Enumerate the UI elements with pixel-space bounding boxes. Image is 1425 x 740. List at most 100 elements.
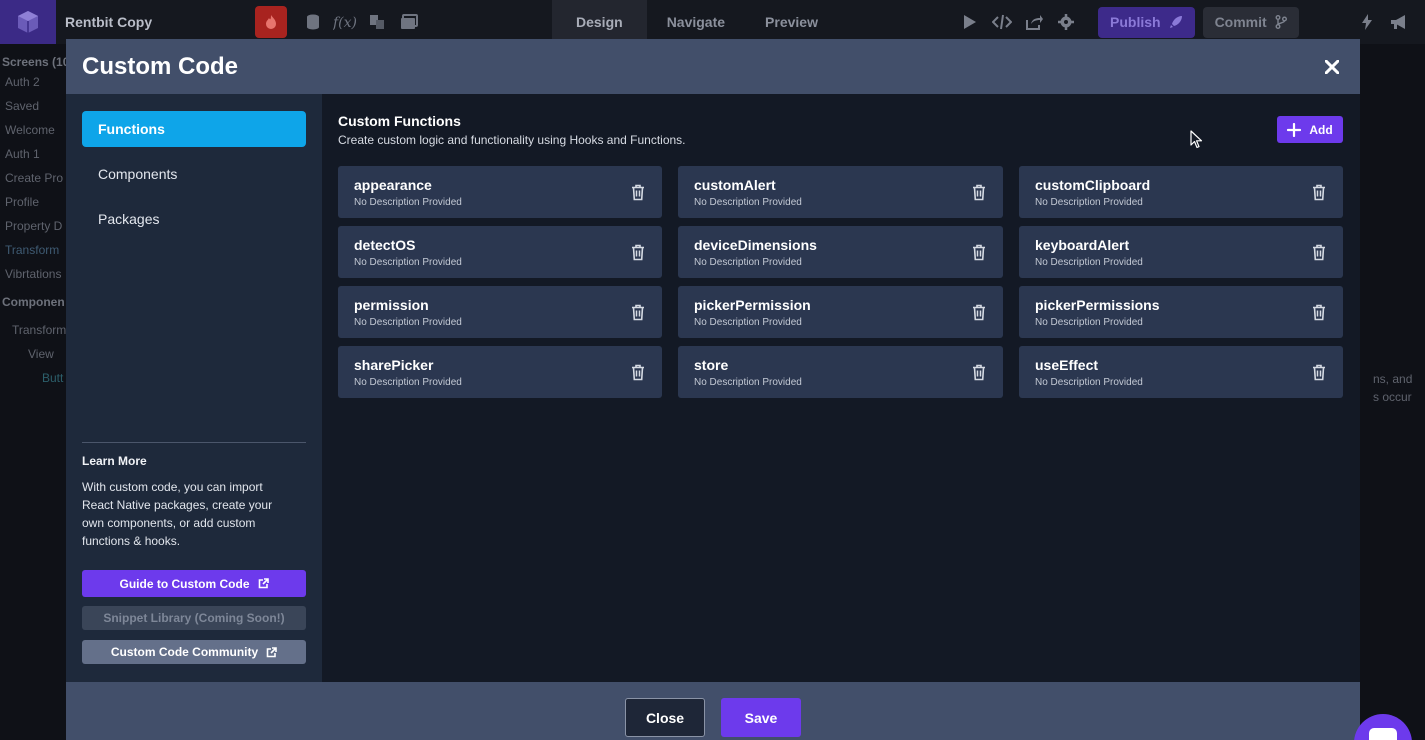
components-header: Componen: [2, 295, 65, 309]
code-button[interactable]: [986, 6, 1018, 38]
tab-navigate[interactable]: Navigate: [647, 0, 745, 44]
trash-icon: [1313, 364, 1325, 380]
delete-function-button[interactable]: [630, 363, 646, 381]
media-button[interactable]: [393, 6, 425, 38]
project-title[interactable]: Rentbit Copy: [65, 14, 255, 30]
function-card[interactable]: customClipboard No Description Provided: [1019, 166, 1343, 218]
delete-function-button[interactable]: [971, 363, 987, 381]
function-name: keyboardAlert: [1035, 237, 1130, 253]
function-description: No Description Provided: [1035, 377, 1143, 388]
function-card[interactable]: store No Description Provided: [678, 346, 1003, 398]
trash-icon: [973, 244, 985, 260]
close-button[interactable]: Close: [625, 698, 705, 737]
background-left-panel: Screens (10 Auth 2 Saved Welcome Auth 1 …: [0, 44, 69, 740]
screen-item[interactable]: Welcome: [5, 123, 55, 137]
snippet-library-button[interactable]: Snippet Library (Coming Soon!): [82, 606, 306, 630]
screen-item[interactable]: Saved: [5, 99, 39, 113]
function-card[interactable]: deviceDimensions No Description Provided: [678, 226, 1003, 278]
function-name: deviceDimensions: [694, 237, 817, 253]
code-icon: [992, 14, 1012, 30]
close-icon: [1325, 59, 1339, 74]
function-description: No Description Provided: [694, 317, 802, 328]
trash-icon: [632, 244, 644, 260]
translate-icon: [370, 15, 384, 29]
function-description: No Description Provided: [694, 257, 802, 268]
learn-more-text: With custom code, you can import React N…: [82, 480, 273, 548]
screen-item[interactable]: Profile: [5, 195, 39, 209]
add-function-button[interactable]: Add: [1277, 116, 1343, 143]
nav-packages[interactable]: Packages: [82, 201, 306, 237]
function-name: pickerPermissions: [1035, 297, 1160, 313]
database-button[interactable]: [297, 6, 329, 38]
trash-icon: [973, 184, 985, 200]
screen-item[interactable]: Vibrtations: [5, 267, 61, 281]
screen-item[interactable]: Create Pro: [5, 171, 63, 185]
function-name: permission: [354, 297, 429, 313]
function-card[interactable]: pickerPermission No Description Provided: [678, 286, 1003, 338]
cube-icon: [18, 11, 38, 33]
function-name: pickerPermission: [694, 297, 811, 313]
modal-header: Custom Code: [66, 39, 1360, 94]
more-button[interactable]: [1415, 6, 1425, 38]
publish-button[interactable]: Publish: [1098, 6, 1195, 38]
tree-item[interactable]: Transform: [12, 323, 66, 337]
functions-button[interactable]: f(x): [329, 6, 361, 38]
nav-components[interactable]: Components: [82, 156, 306, 192]
function-card[interactable]: sharePicker No Description Provided: [338, 346, 662, 398]
mode-tabs: Design Navigate Preview: [552, 0, 838, 44]
delete-function-button[interactable]: [1311, 243, 1327, 261]
share-icon: [1026, 15, 1043, 30]
delete-function-button[interactable]: [630, 183, 646, 201]
commit-label: Commit: [1214, 14, 1267, 30]
commit-button[interactable]: Commit: [1202, 6, 1299, 38]
function-name: customAlert: [694, 177, 776, 193]
git-branch-icon: [1275, 15, 1287, 29]
share-button[interactable]: [1018, 6, 1050, 38]
run-button[interactable]: [954, 6, 986, 38]
screen-item-selected[interactable]: Transform: [5, 243, 59, 257]
tab-preview[interactable]: Preview: [745, 0, 838, 44]
delete-function-button[interactable]: [1311, 303, 1327, 321]
function-description: No Description Provided: [694, 197, 802, 208]
play-icon: [964, 15, 976, 29]
assets-button[interactable]: [255, 6, 287, 38]
function-description: No Description Provided: [354, 257, 462, 268]
screen-item[interactable]: Property D: [5, 219, 62, 233]
function-card[interactable]: pickerPermissions No Description Provided: [1019, 286, 1343, 338]
tab-design[interactable]: Design: [552, 0, 647, 44]
delete-function-button[interactable]: [971, 243, 987, 261]
function-card[interactable]: customAlert No Description Provided: [678, 166, 1003, 218]
topbar-actions: Publish Commit: [954, 6, 1425, 38]
screen-item[interactable]: Auth 1: [5, 147, 40, 161]
guide-button[interactable]: Guide to Custom Code: [82, 570, 306, 597]
delete-function-button[interactable]: [971, 183, 987, 201]
delete-function-button[interactable]: [1311, 183, 1327, 201]
announcements-button[interactable]: [1383, 6, 1415, 38]
function-card[interactable]: appearance No Description Provided: [338, 166, 662, 218]
translate-button[interactable]: [361, 6, 393, 38]
function-card[interactable]: useEffect No Description Provided: [1019, 346, 1343, 398]
delete-function-button[interactable]: [1311, 363, 1327, 381]
community-button[interactable]: Custom Code Community: [82, 640, 306, 664]
function-card[interactable]: keyboardAlert No Description Provided: [1019, 226, 1343, 278]
function-description: No Description Provided: [1035, 317, 1143, 328]
background-right-panel: ns, and s occur: [1360, 44, 1425, 740]
delete-function-button[interactable]: [971, 303, 987, 321]
function-description: No Description Provided: [354, 377, 462, 388]
flash-button[interactable]: [1351, 6, 1383, 38]
delete-function-button[interactable]: [630, 243, 646, 261]
trash-icon: [632, 304, 644, 320]
nav-functions[interactable]: Functions: [82, 111, 306, 147]
function-card[interactable]: detectOS No Description Provided: [338, 226, 662, 278]
app-logo[interactable]: [0, 0, 56, 44]
function-name: store: [694, 357, 729, 373]
close-modal-button[interactable]: [1320, 55, 1344, 79]
save-button[interactable]: Save: [721, 698, 801, 737]
settings-button[interactable]: [1050, 6, 1082, 38]
delete-function-button[interactable]: [630, 303, 646, 321]
tree-item[interactable]: View: [28, 347, 54, 361]
external-link-icon: [258, 578, 269, 589]
function-card[interactable]: permission No Description Provided: [338, 286, 662, 338]
tree-item[interactable]: Butt: [42, 371, 63, 385]
screen-item[interactable]: Auth 2: [5, 75, 40, 89]
